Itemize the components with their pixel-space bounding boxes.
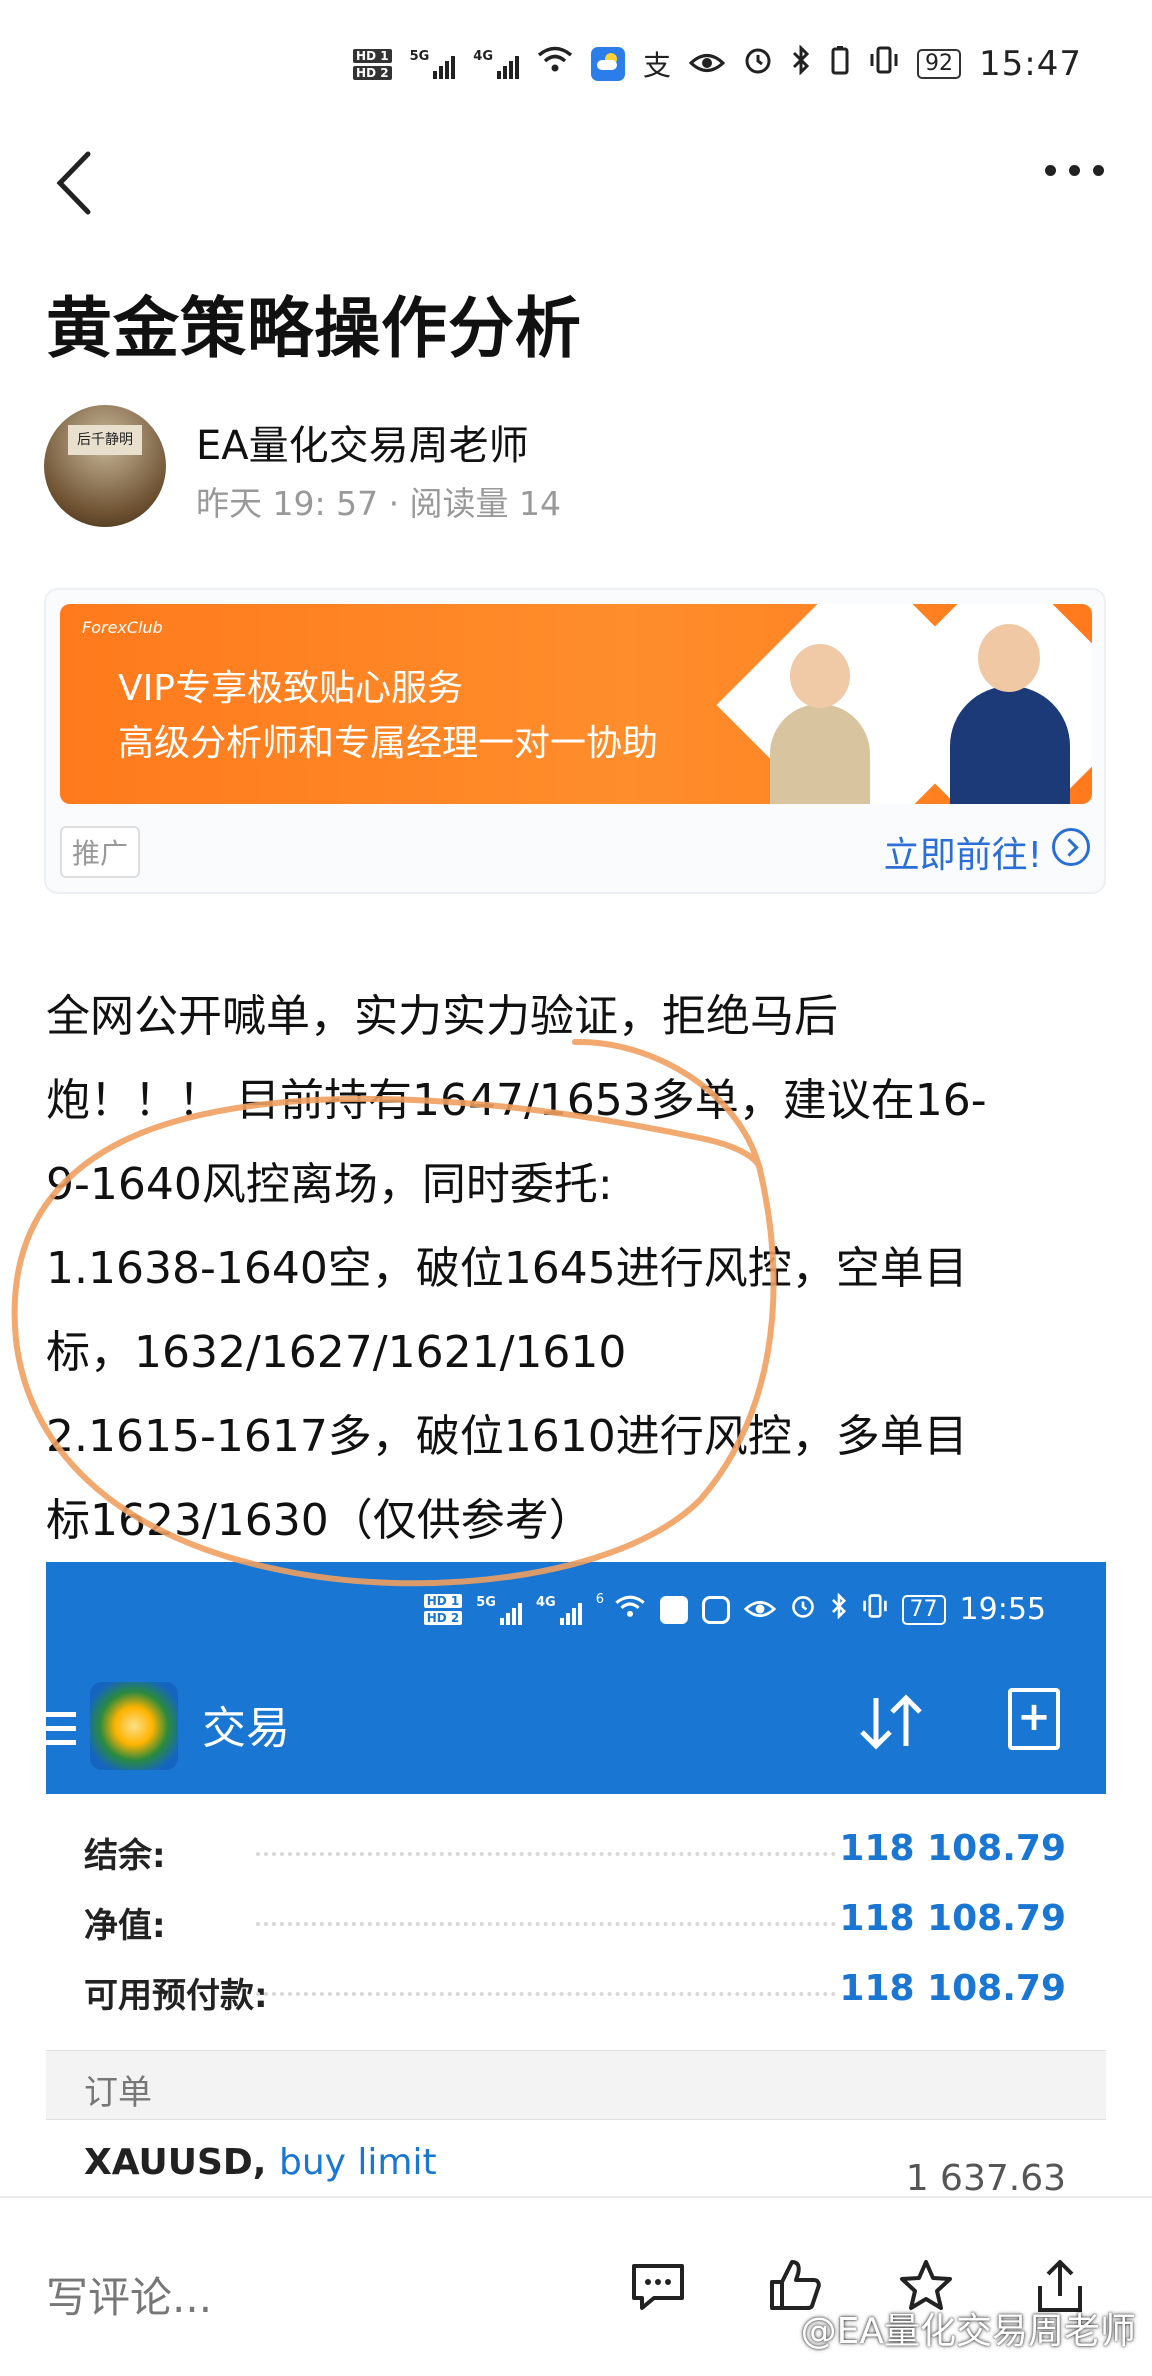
embedded-signal-icon: 5G: [476, 1595, 522, 1625]
eye-icon: [688, 47, 726, 82]
ad-person-man: [950, 686, 1070, 804]
summary-value: 118 108.79: [839, 1968, 1066, 2009]
author-name[interactable]: EA量化交易周老师: [196, 413, 529, 471]
order-row: XAUUSD, buy limit: [84, 2142, 437, 2183]
embedded-header: HD 1 HD 2 5G 4G 6 77 19:55 交易 +: [46, 1562, 1106, 1794]
ad-cta-link[interactable]: 立即前往!: [884, 826, 1042, 878]
post-line: 标1623/1630（仅供参考）: [46, 1495, 593, 1546]
status-bar: HD 1 HD 2 5G 4G 支 92 15:47: [0, 0, 1152, 130]
article-meta: 昨天 19: 57 · 阅读量 14: [196, 484, 562, 523]
ad-person-woman: [770, 704, 870, 804]
hamburger-menu-icon: [46, 1712, 76, 1754]
wifi-icon: [537, 46, 573, 82]
weather-app-icon: [591, 47, 625, 81]
watermark: @EA量化交易周老师: [800, 2311, 1136, 2352]
alarm-icon: [743, 45, 773, 83]
embedded-chat-icon: [701, 1595, 730, 1624]
orders-section-header: 订单: [46, 2050, 1106, 2120]
post-line: 炮！！！ 目前持有1647/1653多单，建议在16-: [46, 1075, 987, 1126]
net2-label: 4G: [473, 49, 493, 64]
chevron-right-circle-icon[interactable]: [1052, 828, 1090, 866]
order-symbol: XAUUSD,: [84, 2142, 267, 2183]
post-line: 2.1615-1617多，破位1610进行风控，多单目: [46, 1411, 968, 1462]
order-price: 1 637.63: [905, 2158, 1066, 2199]
post-line: 标，1632/1627/1621/1610: [46, 1327, 627, 1378]
back-button[interactable]: [50, 148, 100, 218]
more-dot-icon: [1069, 165, 1080, 176]
comment-input[interactable]: 写评论...: [46, 2264, 212, 2325]
embedded-app-icon: [659, 1595, 688, 1624]
more-options-button[interactable]: [1045, 165, 1104, 176]
embedded-hd-badge: HD 1 HD 2: [423, 1594, 463, 1625]
signal-4g-icon: 4G: [473, 49, 519, 79]
summary-label: 净值:: [84, 1906, 166, 1946]
embedded-eye-icon: [743, 1592, 776, 1627]
orders-section-label: 订单: [84, 2073, 152, 2113]
embedded-net2: 4G: [535, 1594, 556, 1610]
embedded-net1: 5G: [476, 1594, 496, 1610]
embedded-net3: 6: [595, 1592, 604, 1607]
ad-person-man-head: [978, 624, 1040, 692]
summary-label: 结余:: [84, 1836, 166, 1876]
post-line: 1.1638-1640空，破位1645进行风控，空单目: [46, 1243, 968, 1294]
avatar[interactable]: 后千静明: [44, 405, 166, 527]
dotted-leader: [256, 1852, 836, 1856]
summary-row: 净值: 118 108.79: [46, 1878, 1106, 1948]
ad-logo: ForexClub: [82, 618, 163, 637]
embedded-status-bar: HD 1 HD 2 5G 4G 6 77 19:55: [423, 1592, 1046, 1627]
embedded-battery-icon: 77: [901, 1594, 946, 1625]
embedded-signal-icon: 4G: [536, 1595, 582, 1625]
clock: 15:47: [979, 44, 1082, 84]
embedded-title: 交易: [202, 1703, 290, 1754]
embedded-wifi-icon: 6: [596, 1592, 646, 1627]
summary-row: 可用预付款: 118 108.79: [46, 1948, 1106, 2018]
more-dot-icon: [1045, 165, 1056, 176]
ad-banner[interactable]: ForexClub VIP专享极致贴心服务 高级分析师和专属经理一对一协助: [60, 604, 1092, 804]
article-body: 全网公开喊单，实力实力验证，拒绝马后 炮！！！ 目前持有1647/1653多单，…: [46, 975, 1112, 1563]
summary-value: 118 108.79: [839, 1828, 1066, 1869]
metatrader-logo-icon: [90, 1682, 178, 1770]
avatar-sign: 后千静明: [68, 425, 142, 455]
battery-saver-icon: [829, 45, 851, 83]
ad-subline: 高级分析师和专属经理一对一协助: [118, 723, 659, 764]
sort-arrows-icon: [860, 1694, 922, 1750]
net1-label: 5G: [409, 49, 430, 64]
embedded-screenshot: HD 1 HD 2 5G 4G 6 77 19:55 交易 + 结余: 118 …: [46, 1562, 1106, 2202]
embedded-hd2: HD 2: [423, 1611, 463, 1625]
bottom-action-bar: 写评论... @EA量化交易周老师: [0, 2196, 1152, 2376]
ad-tag: 推广: [60, 826, 141, 878]
battery-icon: 92: [917, 49, 962, 79]
chevron-left-icon: [56, 151, 91, 215]
embedded-alarm-icon: [790, 1592, 816, 1627]
hd1-label: HD 1: [353, 48, 392, 63]
comment-icon[interactable]: [628, 2256, 688, 2316]
new-order-icon: [1008, 1688, 1060, 1750]
order-type: buy limit: [279, 2142, 437, 2183]
dotted-leader: [256, 1922, 836, 1926]
dotted-leader: [256, 1992, 836, 1996]
bluetooth-icon: [791, 44, 811, 83]
embedded-bluetooth-icon: [830, 1592, 848, 1627]
more-dot-icon: [1093, 165, 1104, 176]
ad-card[interactable]: ForexClub VIP专享极致贴心服务 高级分析师和专属经理一对一协助 推广…: [44, 588, 1106, 894]
ad-headline: VIP专享极致贴心服务: [118, 668, 463, 709]
account-summary: 结余: 118 108.79 净值: 118 108.79 可用预付款: 118…: [46, 1794, 1106, 2018]
post-line: 9-1640风控离场，同时委托:: [46, 1159, 613, 1210]
hd2-label: HD 2: [353, 65, 392, 80]
author-block[interactable]: 后千静明 EA量化交易周老师 昨天 19: 57 · 阅读量 14: [44, 405, 1108, 530]
alipay-icon: 支: [643, 49, 672, 82]
embedded-clock: 19:55: [959, 1592, 1046, 1627]
post-line: 全网公开喊单，实力实力验证，拒绝马后: [46, 991, 838, 1042]
summary-value: 118 108.79: [839, 1898, 1066, 1939]
vibrate-icon: [869, 45, 899, 83]
hd-badge: HD 1 HD 2: [353, 48, 392, 80]
signal-5g-icon: 5G: [410, 49, 456, 79]
article-title: 黄金策略操作分析: [46, 290, 582, 367]
summary-label: 可用预付款:: [84, 1976, 268, 2016]
embedded-vibrate-icon: [862, 1592, 888, 1627]
embedded-hd1: HD 1: [423, 1594, 463, 1608]
ad-person-woman-head: [790, 644, 850, 708]
summary-row: 结余: 118 108.79: [46, 1808, 1106, 1878]
